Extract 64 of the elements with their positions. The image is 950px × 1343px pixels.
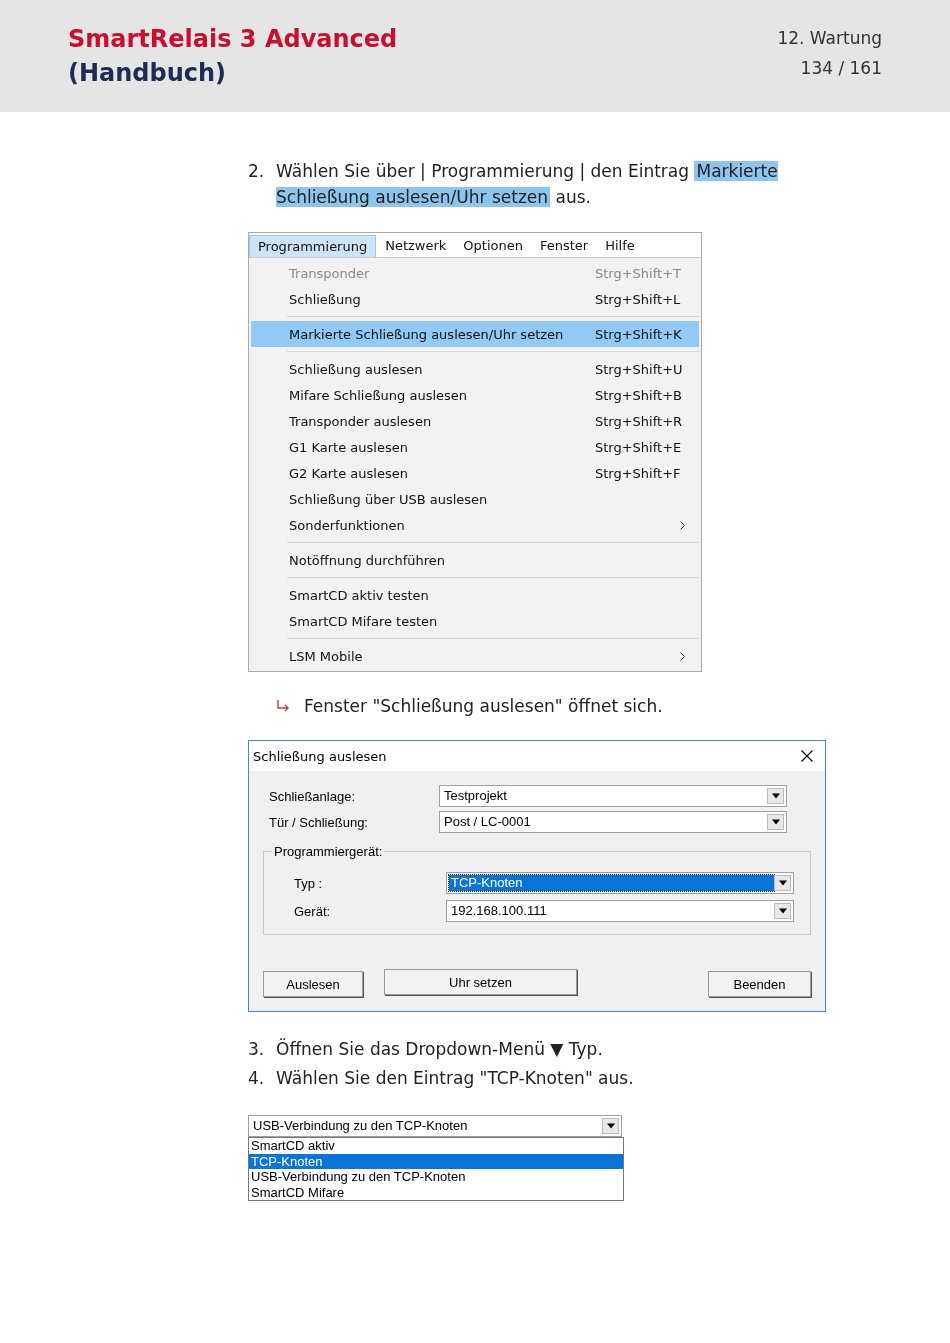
menu-item[interactable]: Notöffnung durchführen <box>251 547 699 573</box>
combo-value: USB-Verbindung zu den TCP-Knoten <box>252 1118 469 1134</box>
dropdown-button[interactable] <box>774 903 791 919</box>
menu-bar-item[interactable]: Netzwerk <box>377 235 455 257</box>
menu-item[interactable]: G1 Karte auslesen Strg+Shift+E <box>251 434 699 460</box>
combo-box[interactable]: Post / LC-0001 <box>439 811 787 833</box>
menu-item[interactable]: SmartCD Mifare testen <box>251 608 699 634</box>
manual-subtitle: (Handbuch) <box>68 58 228 89</box>
dropdown-option[interactable]: SmartCD aktiv <box>249 1138 623 1154</box>
menu-item[interactable]: LSM Mobile <box>251 643 699 669</box>
menu-item[interactable]: Schließung Strg+Shift+L <box>251 286 699 312</box>
step-text: Öffnen Sie das Dropdown-Menü ▼ Typ. <box>276 1037 604 1061</box>
field-label: Tür / Schließung: <box>269 814 369 830</box>
close-icon[interactable] <box>801 750 813 762</box>
caret-icon <box>777 880 788 886</box>
menu-item[interactable]: Schließung über USB auslesen <box>251 486 699 512</box>
dropdown-option[interactable]: USB-Verbindung zu den TCP-Knoten <box>249 1169 623 1185</box>
menu-item[interactable]: Schließung auslesen Strg+Shift+U <box>251 356 699 382</box>
dropdown-button[interactable] <box>602 1118 619 1134</box>
combo-box[interactable]: USB-Verbindung zu den TCP-Knoten <box>248 1115 622 1137</box>
combo-value: 192.168.100.111 <box>450 903 548 919</box>
menu-bar-item[interactable]: Optionen <box>455 235 531 257</box>
menu-bar-item[interactable]: Programmierung <box>249 235 377 257</box>
caret-icon <box>777 908 788 914</box>
menu-item[interactable]: SmartCD aktiv testen <box>251 582 699 608</box>
combo-box[interactable]: 192.168.100.111 <box>446 900 794 922</box>
menu-item[interactable]: Transponder auslesen Strg+Shift+R <box>251 408 699 434</box>
dropdown-button[interactable] <box>774 875 791 891</box>
page-number: 134 / 161 <box>800 58 882 78</box>
field-label: Schließanlage: <box>269 788 356 804</box>
dialog-title: Schließung auslesen <box>253 748 387 764</box>
dialog-button[interactable]: Beenden <box>708 971 811 997</box>
menu-bar-item[interactable]: Hilfe <box>597 235 643 257</box>
dropdown-button[interactable] <box>767 814 784 830</box>
step-number: 4. <box>248 1067 264 1090</box>
step-number: 3. <box>248 1038 264 1061</box>
dialog-button[interactable]: Uhr setzen <box>384 969 577 995</box>
combo-value: Post / LC-0001 <box>443 814 532 830</box>
dialog-button[interactable]: Auslesen <box>263 971 363 997</box>
dropdown-option[interactable]: TCP-Knoten <box>249 1153 623 1169</box>
chapter-label: 12. Wartung <box>777 28 882 48</box>
caret-icon <box>770 793 781 799</box>
menu-item[interactable]: G2 Karte auslesen Strg+Shift+F <box>251 460 699 486</box>
dropdown-button[interactable] <box>767 788 784 804</box>
group-legend: Programmiergerät: <box>272 844 385 859</box>
step-number: 2. <box>248 160 264 183</box>
step-text: Wählen Sie über | Programmierung | den Eintrag Markierte Schließung auslesen/Uhr setzen aus. <box>276 160 779 209</box>
caret-icon <box>770 819 781 825</box>
step-text: Wählen Sie den Eintrag "TCP-Knoten" aus. <box>276 1067 635 1090</box>
menu-item[interactable]: Sonderfunktionen <box>251 512 699 538</box>
dropdown-option[interactable]: SmartCD Mifare <box>249 1184 623 1200</box>
manual-title: SmartRelais 3 Advanced <box>68 24 398 55</box>
menu-item[interactable]: Mifare Schließung auslesen Strg+Shift+B <box>251 382 699 408</box>
result-arrow-icon <box>276 700 290 712</box>
menu-bar-item[interactable]: Fenster <box>532 235 597 257</box>
combo-value: Testprojekt <box>443 788 508 804</box>
caret-icon <box>605 1123 616 1129</box>
result-text: Fenster "Schließung auslesen" öffnet sich. <box>304 696 663 716</box>
field-label: Typ : <box>293 875 324 891</box>
combo-value: TCP-Knoten <box>449 875 774 891</box>
field-label: Gerät: <box>293 903 332 919</box>
combo-box[interactable]: Testprojekt <box>439 785 787 807</box>
menu-item[interactable]: Markierte Schließung auslesen/Uhr setzen Strg+Shift+K <box>251 321 699 347</box>
combo-box[interactable]: TCP-Knoten <box>446 872 794 894</box>
